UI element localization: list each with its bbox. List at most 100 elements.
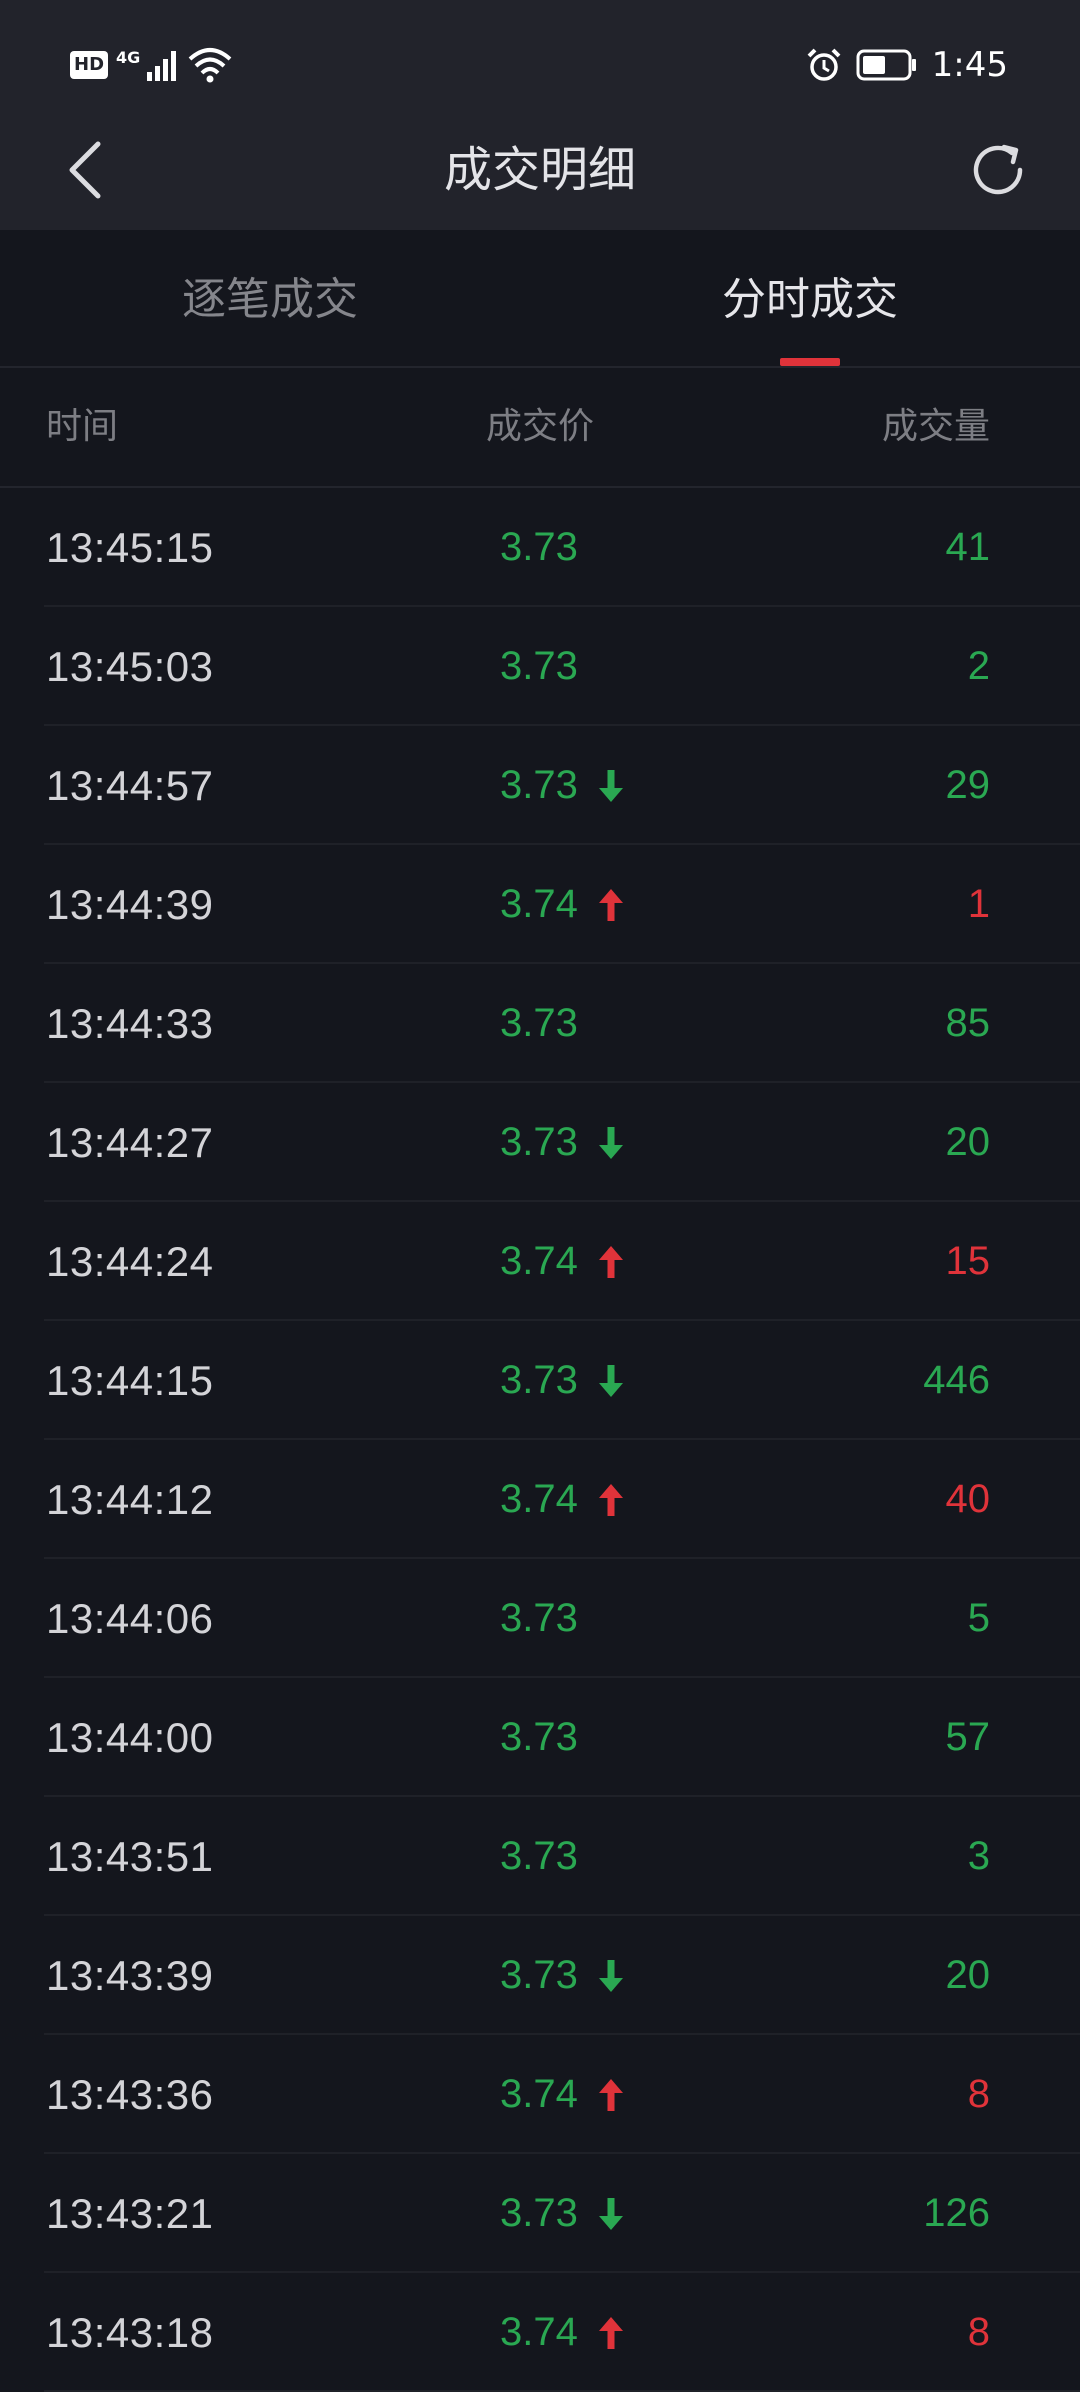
row-price: 3.73 — [500, 1953, 578, 1997]
status-time: 1:45 — [931, 45, 1008, 85]
page-title: 成交明细 — [443, 142, 636, 198]
wifi-icon — [188, 48, 232, 83]
row-price-cell: 3.73 — [500, 488, 578, 607]
row-volume: 85 — [945, 1001, 991, 1045]
signal-icon — [147, 51, 177, 81]
row-price-cell: 3.74 — [500, 1202, 624, 1321]
table-row: 13:44:33 3.73 85 — [0, 964, 1080, 1083]
row-price-cell: 3.74 — [500, 2035, 624, 2154]
table-row: 13:43:51 3.73 3 — [0, 1797, 1080, 1916]
row-price: 3.73 — [500, 644, 578, 688]
table-row: 13:44:24 3.74 15 — [0, 1202, 1080, 1321]
table-row: 13:44:15 3.73 446 — [0, 1321, 1080, 1440]
table-row: 13:44:12 3.74 40 — [0, 1440, 1080, 1559]
row-price: 3.74 — [500, 882, 578, 926]
arrow-up-icon — [598, 1483, 623, 1516]
row-price: 3.74 — [500, 1239, 578, 1283]
row-price: 3.73 — [500, 1596, 578, 1640]
table-header: 时间 成交价 成交量 — [0, 368, 1080, 488]
row-price-cell: 3.73 — [500, 964, 578, 1083]
row-volume: 126 — [923, 2191, 990, 2235]
row-volume: 40 — [945, 1477, 991, 1521]
arrow-up-icon — [598, 2078, 623, 2111]
arrow-down-icon — [598, 1364, 623, 1397]
row-time: 13:44:15 — [46, 1357, 214, 1404]
refresh-button[interactable] — [960, 132, 1036, 208]
row-time: 13:44:39 — [46, 881, 214, 928]
row-price-cell: 3.74 — [500, 1440, 624, 1559]
row-volume: 1 — [967, 882, 990, 926]
row-volume: 5 — [967, 1596, 990, 1640]
row-volume: 3 — [967, 1834, 990, 1878]
row-time: 13:43:36 — [46, 2071, 214, 2118]
row-price: 3.74 — [500, 2310, 578, 2354]
network-label: 4G — [116, 47, 141, 67]
table-row: 13:44:06 3.73 5 — [0, 1559, 1080, 1678]
row-volume: 15 — [945, 1239, 991, 1283]
hd-badge: HD — [70, 51, 109, 79]
tab-tick-trades[interactable]: 逐笔成交 — [0, 230, 540, 366]
row-price: 3.73 — [500, 2191, 578, 2235]
row-price: 3.73 — [500, 763, 578, 807]
top-bar: HD 4G 1:45 成交明细 — [0, 0, 1080, 230]
row-time: 13:43:18 — [46, 2309, 214, 2356]
table-row: 13:43:39 3.73 20 — [0, 1916, 1080, 2035]
row-volume: 41 — [945, 525, 991, 569]
tab-label: 逐笔成交 — [182, 274, 358, 325]
arrow-up-icon — [598, 2316, 623, 2349]
row-price: 3.73 — [500, 1358, 578, 1402]
row-price-cell: 3.74 — [500, 2273, 624, 2392]
status-right: 1:45 — [806, 44, 1008, 86]
row-price-cell: 3.73 — [500, 1559, 578, 1678]
row-price-cell: 3.73 — [500, 1797, 578, 1916]
table-row: 13:44:57 3.73 29 — [0, 726, 1080, 845]
table-row: 13:43:36 3.74 8 — [0, 2035, 1080, 2154]
alarm-icon — [807, 48, 841, 81]
table-row: 13:45:03 3.73 2 — [0, 607, 1080, 726]
row-time: 13:45:15 — [46, 524, 214, 571]
trade-list[interactable]: 13:45:15 3.73 41 13:45:03 3.73 2 13:44:57 3.73 2… — [0, 488, 1080, 2392]
arrow-down-icon — [598, 1126, 623, 1159]
table-row: 13:44:00 3.73 57 — [0, 1678, 1080, 1797]
table-row: 13:45:15 3.73 41 — [0, 488, 1080, 607]
row-price-cell: 3.73 — [500, 2154, 624, 2273]
row-time: 13:44:24 — [46, 1238, 214, 1285]
row-volume: 29 — [945, 763, 991, 807]
row-volume: 20 — [945, 1953, 991, 1997]
row-price: 3.74 — [500, 1477, 578, 1521]
row-price-cell: 3.74 — [500, 845, 624, 964]
table-row: 13:44:39 3.74 1 — [0, 845, 1080, 964]
nav-bar: 成交明细 — [0, 110, 1080, 230]
table-row: 13:43:21 3.73 126 — [0, 2154, 1080, 2273]
row-price-cell: 3.73 — [500, 607, 578, 726]
row-volume: 446 — [923, 1358, 990, 1402]
row-price: 3.73 — [500, 525, 578, 569]
row-price-cell: 3.73 — [500, 1083, 624, 1202]
row-price: 3.73 — [500, 1834, 578, 1878]
row-volume: 2 — [967, 644, 990, 688]
row-time: 13:43:51 — [46, 1833, 214, 1880]
row-time: 13:45:03 — [46, 643, 214, 690]
row-volume: 8 — [967, 2072, 990, 2116]
row-time: 13:44:27 — [46, 1119, 214, 1166]
back-button[interactable] — [56, 134, 112, 206]
tab-bar: 逐笔成交 分时成交 — [0, 230, 1080, 368]
row-time: 13:43:39 — [46, 1952, 214, 1999]
arrow-down-icon — [598, 2197, 623, 2230]
arrow-down-icon — [598, 1959, 623, 1992]
row-price-cell: 3.73 — [500, 726, 624, 845]
row-time: 13:44:06 — [46, 1595, 214, 1642]
row-time: 13:44:33 — [46, 1000, 214, 1047]
row-time: 13:44:00 — [46, 1714, 214, 1761]
table-row: 13:43:18 3.74 8 — [0, 2273, 1080, 2392]
row-time: 13:43:21 — [46, 2190, 214, 2237]
tab-label: 分时成交 — [722, 274, 898, 325]
row-price: 3.73 — [500, 1120, 578, 1164]
row-price: 3.73 — [500, 1001, 578, 1045]
row-volume: 57 — [945, 1715, 991, 1759]
table-row: 13:44:27 3.73 20 — [0, 1083, 1080, 1202]
tab-time-trades[interactable]: 分时成交 — [540, 230, 1080, 366]
arrow-up-icon — [598, 888, 623, 921]
row-price: 3.74 — [500, 2072, 578, 2116]
row-price-cell: 3.73 — [500, 1678, 578, 1797]
